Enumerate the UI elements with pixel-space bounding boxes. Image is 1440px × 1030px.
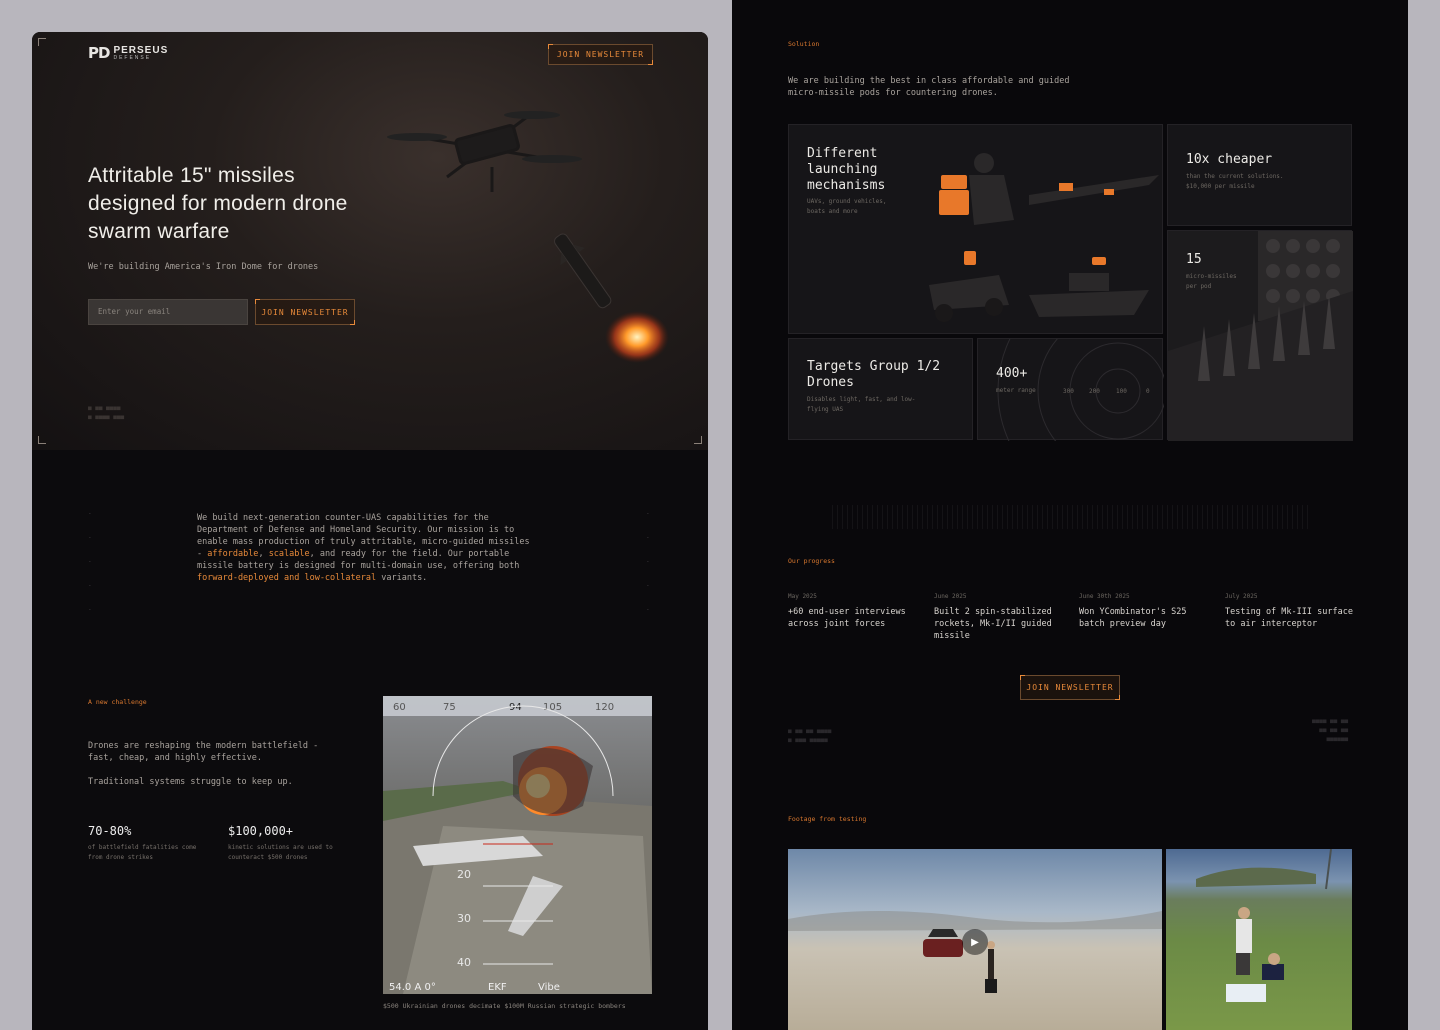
card-pod: 15 micro-missiles per pod: [1167, 230, 1353, 441]
drone-image: [387, 111, 582, 192]
progress-text: Built 2 spin-stabilized rockets, Mk-I/II…: [934, 607, 1052, 641]
card-cheaper: 10x cheaper than the current solutions. …: [1167, 124, 1352, 226]
hud-heading: 60: [393, 702, 406, 713]
decorative-readout: ■■■■ ■■ ■■ ■■ ■■ ■■ ■■■■■■: [1312, 718, 1349, 743]
landing-page-right: Solution We are building the best in cla…: [732, 0, 1408, 1030]
hero-section: PD PERSEUS DEFENSE JOIN NEWSLETTER Attri…: [32, 32, 708, 450]
card-title: Targets Group 1/2 Drones: [807, 359, 941, 390]
card-subtitle: Disables light, fast, and low-flying UAS: [807, 396, 916, 413]
challenge-paragraph-2: Traditional systems struggle to keep up.: [88, 777, 293, 787]
video-scene: [1196, 849, 1332, 1002]
card-title: 400+: [996, 366, 1028, 381]
video-caption: $500 Ukrainian drones decimate $100M Rus…: [383, 1002, 626, 1010]
hud-heading: 75: [443, 702, 456, 713]
email-input[interactable]: Enter your email: [88, 299, 248, 325]
card-title: 15: [1186, 252, 1202, 267]
range-tick: 0: [1146, 388, 1150, 395]
card-subtitle: micro-missiles per pod: [1186, 273, 1237, 290]
hud-readout: EKF: [488, 982, 507, 993]
play-icon[interactable]: ▶: [962, 929, 988, 955]
card-launching: Different launching mechanisms UAVs, gro…: [788, 124, 1163, 334]
mission-text: variants.: [376, 573, 428, 583]
decorative-ticks: -----: [646, 510, 650, 613]
progress-date: July 2025: [1225, 593, 1258, 600]
range-tick: 100: [1116, 388, 1127, 395]
stat-description: kinetic solutions are used to counteract…: [228, 844, 333, 861]
testing-video-1[interactable]: ▶: [788, 849, 1162, 1030]
brand-logo[interactable]: PD PERSEUS DEFENSE: [88, 44, 168, 62]
challenge-paragraph-1: Drones are reshaping the modern battlefi…: [88, 741, 319, 763]
brand-sub: DEFENSE: [113, 54, 152, 61]
drone-strike-video[interactable]: 60 75 94 105 120 20 30 40 54.0 A 0° EKF …: [383, 696, 652, 994]
card-range: 400+ meter range 300 200 100 0: [977, 338, 1164, 441]
progress-date: June 2025: [934, 593, 967, 600]
progress-newsletter-button[interactable]: JOIN NEWSLETTER: [1020, 675, 1120, 700]
card-subtitle: UAVs, ground vehicles, boats and more: [807, 198, 887, 215]
hud-overlay: 60 75 94 105 120 20 30 40 54.0 A 0° EKF …: [383, 696, 652, 994]
mission-highlight: affordable: [207, 549, 259, 559]
hud-pitch: 20: [457, 868, 471, 881]
decorative-readout: ■ ■■ ■■ ■■■■ ■ ■■■ ■■■■■: [788, 728, 832, 744]
range-tick: 200: [1089, 388, 1100, 395]
hud-heading: 94: [509, 702, 522, 713]
challenge-text: Drones are reshaping the modern battlefi…: [88, 740, 348, 788]
hud-pitch: 30: [457, 912, 471, 925]
card-title: Different launching mechanisms: [807, 146, 886, 193]
stat-value: 70-80%: [88, 824, 132, 838]
solution-label: Solution: [788, 40, 820, 48]
card-subtitle: than the current solutions. $10,000 per …: [1186, 173, 1284, 190]
hud-readout: 54.0 A 0°: [389, 982, 436, 993]
landing-page-left: PD PERSEUS DEFENSE JOIN NEWSLETTER Attri…: [32, 32, 708, 1030]
decorative-scale: [832, 505, 1312, 529]
progress-text: +60 end-user interviews across joint for…: [788, 607, 906, 629]
progress-text: Won YCombinator's S25 batch preview day: [1079, 607, 1187, 629]
card-subtitle: meter range: [996, 387, 1036, 394]
logo-mark: PD: [88, 44, 110, 62]
frame-corner: [694, 436, 702, 444]
hud-pitch: 40: [457, 956, 471, 969]
mission-statement: We build next-generation counter-UAS cap…: [197, 512, 537, 584]
range-tick: 300: [1063, 388, 1074, 395]
progress-label: Our progress: [788, 557, 835, 565]
hud-readout: Vibe: [538, 982, 560, 993]
decorative-readout: ■ ■■ ■■■■ ■ ■■■■ ■■■: [88, 405, 125, 421]
missile-image: [554, 233, 669, 363]
progress-text: Testing of Mk-III surface to air interce…: [1225, 607, 1353, 629]
frame-corner: [38, 436, 46, 444]
footage-label: Footage from testing: [788, 815, 867, 823]
stat-description: of battlefield fatalities come from dron…: [88, 844, 197, 861]
stat-value: $100,000+: [228, 824, 294, 838]
hero-subtitle: We're building America's Iron Dome for d…: [88, 262, 319, 272]
hero-newsletter-button[interactable]: JOIN NEWSLETTER: [255, 299, 355, 325]
header-newsletter-button[interactable]: JOIN NEWSLETTER: [548, 44, 653, 65]
card-title: 10x cheaper: [1186, 152, 1273, 167]
challenge-label: A new challenge: [88, 698, 147, 706]
mission-highlight: scalable: [268, 549, 310, 559]
progress-date: May 2025: [788, 593, 817, 600]
launch-platforms-image: [929, 153, 1159, 322]
mission-text: ,: [258, 549, 269, 559]
progress-date: June 30th 2025: [1079, 593, 1130, 600]
hud-heading: 120: [595, 702, 614, 713]
solution-intro: We are building the best in class afford…: [788, 76, 1070, 98]
mission-highlight: forward-deployed and low-collateral: [197, 573, 377, 583]
card-targets: Targets Group 1/2 Drones Disables light,…: [788, 338, 973, 440]
decorative-ticks: -----: [88, 510, 92, 613]
brand-name: PERSEUS: [113, 44, 169, 56]
testing-video-2[interactable]: [1166, 849, 1352, 1030]
hero-title: Attritable 15" missiles designed for mod…: [88, 164, 348, 243]
frame-corner: [38, 38, 46, 46]
